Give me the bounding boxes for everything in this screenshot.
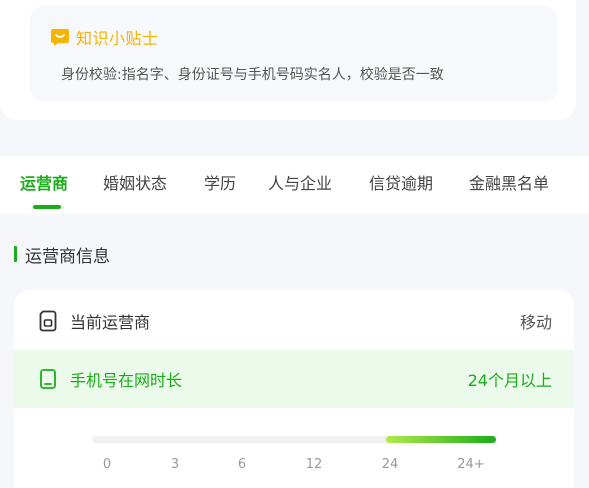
carrier-label: 当前运营商: [70, 313, 151, 332]
carrier-row: 当前运营商 移动: [14, 292, 574, 350]
tenure-progress-fill: [386, 436, 496, 443]
tab-financial-blacklist[interactable]: 金融黑名单: [469, 170, 549, 194]
tenure-tick-label: 6: [237, 457, 247, 472]
tenure-tick-label: 0: [102, 457, 112, 472]
tenure-tick-label: 24: [381, 457, 399, 472]
carrier-info-card: 当前运营商 移动 手机号在网时长 24个月以上 0 3 6 12 24 24+: [14, 290, 574, 488]
tab-education[interactable]: 学历: [204, 170, 236, 194]
tenure-value: 24个月以上: [467, 371, 552, 390]
tab-carrier[interactable]: 运营商: [20, 170, 68, 194]
tip-text: 身份校验:指名字、身份证号与手机号码实名人，校验是否一致: [61, 67, 444, 83]
tab-person-enterprise[interactable]: 人与企业: [268, 170, 332, 194]
phone-icon: [38, 368, 58, 390]
tab-bar: 运营商 婚姻状态 学历 人与企业 信贷逾期 金融黑名单: [0, 156, 589, 214]
tip-box: 知识小贴士 身份校验:指名字、身份证号与手机号码实名人，校验是否一致: [30, 6, 558, 102]
tenure-tick-label: 12: [305, 457, 323, 472]
active-tab-indicator: [33, 205, 61, 209]
tenure-label: 手机号在网时长: [70, 371, 183, 390]
tip-card: 知识小贴士 身份校验:指名字、身份证号与手机号码实名人，校验是否一致: [0, 0, 576, 120]
tenure-tick-label: 3: [170, 457, 180, 472]
tip-title: 知识小贴士: [76, 29, 159, 48]
carrier-value: 移动: [519, 313, 552, 332]
section-accent-bar: [14, 246, 17, 262]
message-icon: [50, 27, 70, 47]
tab-marital-status[interactable]: 婚姻状态: [103, 170, 167, 194]
tip-header: 知识小贴士: [50, 26, 159, 48]
tenure-tick-label: 24+: [457, 457, 485, 472]
section-header: 运营商信息: [14, 244, 110, 267]
section-title: 运营商信息: [25, 246, 110, 267]
sim-card-icon: [38, 310, 58, 332]
tab-credit-overdue[interactable]: 信贷逾期: [369, 170, 433, 194]
tenure-progress-track: [92, 436, 496, 443]
tenure-row: 手机号在网时长 24个月以上: [14, 350, 574, 408]
